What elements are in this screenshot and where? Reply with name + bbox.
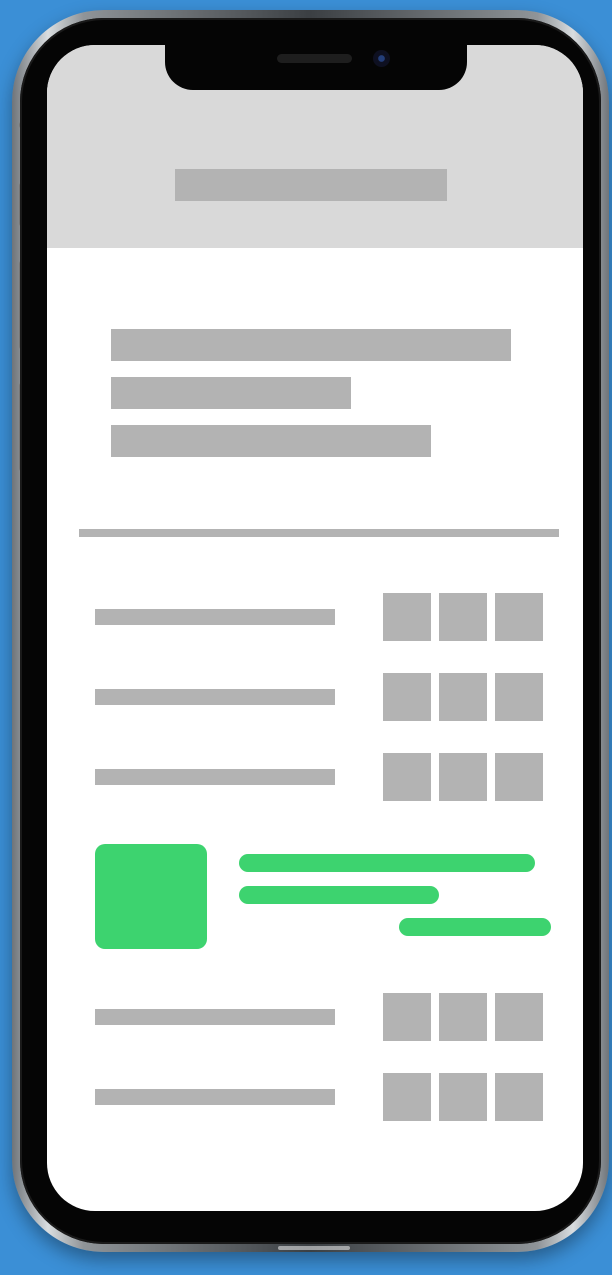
intro-text-line-2: [111, 377, 351, 409]
speaker-icon: [277, 54, 352, 63]
thumbnail-placeholder: [439, 753, 487, 801]
thumbnail-placeholder: [439, 993, 487, 1041]
phone-screen: [47, 45, 583, 1211]
thumbnail-placeholder: [495, 593, 543, 641]
list-item-label: [95, 769, 335, 785]
list-item-label: [95, 609, 335, 625]
thumbnail-placeholder: [383, 753, 431, 801]
thumbnail-placeholder: [439, 673, 487, 721]
notch: [165, 45, 467, 90]
highlight-action-placeholder: [399, 918, 551, 936]
thumbnail-placeholder: [495, 673, 543, 721]
thumbnail-placeholder: [383, 1073, 431, 1121]
thumbnail-placeholder: [383, 593, 431, 641]
thumbnail-placeholder: [383, 993, 431, 1041]
thumbnail-placeholder: [439, 593, 487, 641]
intro-text-line-3: [111, 425, 431, 457]
phone-mockup-stage: [0, 0, 612, 1275]
thumbnail-placeholder: [495, 993, 543, 1041]
camera-icon: [373, 50, 390, 67]
intro-text-line-1: [111, 329, 511, 361]
thumbnail-placeholder: [383, 673, 431, 721]
thumbnail-placeholder: [495, 1073, 543, 1121]
thumbnail-placeholder: [495, 753, 543, 801]
section-divider: [79, 529, 559, 537]
header-title-placeholder: [175, 169, 447, 201]
highlight-title-placeholder: [239, 854, 535, 872]
home-indicator: [278, 1246, 350, 1250]
list-item-label: [95, 689, 335, 705]
highlight-image-placeholder: [95, 844, 207, 949]
highlight-subtitle-placeholder: [239, 886, 439, 904]
list-item-label: [95, 1009, 335, 1025]
thumbnail-placeholder: [439, 1073, 487, 1121]
list-item-label: [95, 1089, 335, 1105]
